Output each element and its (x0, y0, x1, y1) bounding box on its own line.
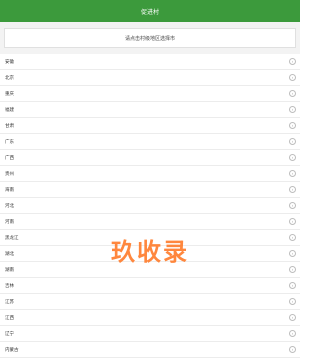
province-name: 广东 (5, 139, 14, 145)
province-list-item[interactable]: 贵州 › (0, 166, 300, 182)
province-list-item[interactable]: 安徽 › (0, 54, 300, 70)
province-list-item[interactable]: 河南 › (0, 214, 300, 230)
province-list-item[interactable]: 辽宁 › (0, 326, 300, 342)
province-name: 贵州 (5, 171, 14, 177)
chevron-right-icon: › (289, 346, 296, 353)
chevron-right-icon: › (289, 58, 296, 65)
province-list-item[interactable]: 福建 › (0, 102, 300, 118)
province-list-item[interactable]: 内蒙古 › (0, 342, 300, 358)
province-name: 湖北 (5, 251, 14, 257)
chevron-right-icon: › (289, 234, 296, 241)
chevron-right-icon: › (289, 314, 296, 321)
province-name: 海南 (5, 187, 14, 193)
province-name: 黑龙江 (5, 235, 19, 241)
chevron-right-icon: › (289, 106, 296, 113)
province-name: 甘肃 (5, 123, 14, 129)
province-name: 吉林 (5, 283, 14, 289)
region-select[interactable]: 请点击村级地区选择市 (4, 28, 296, 48)
chevron-right-icon: › (289, 218, 296, 225)
chevron-right-icon: › (289, 330, 296, 337)
chevron-right-icon: › (289, 282, 296, 289)
province-list-item[interactable]: 江西 › (0, 310, 300, 326)
region-select-label: 请点击村级地区选择市 (124, 35, 175, 42)
province-list-item[interactable]: 甘肃 › (0, 118, 300, 134)
region-select-area: 请点击村级地区选择市 (0, 22, 300, 54)
province-list-item[interactable]: 江苏 › (0, 294, 300, 310)
province-list-item[interactable]: 湖南 › (0, 262, 300, 278)
chevron-right-icon: › (289, 202, 296, 209)
province-name: 福建 (5, 107, 14, 113)
province-list-item[interactable]: 广东 › (0, 134, 300, 150)
province-name: 重庆 (5, 91, 14, 97)
province-name: 广西 (5, 155, 14, 161)
province-name: 河北 (5, 203, 14, 209)
province-list-item[interactable]: 黑龙江 › (0, 230, 300, 246)
province-name: 湖南 (5, 267, 14, 273)
province-list-item[interactable]: 重庆 › (0, 86, 300, 102)
province-list: 安徽 › 北京 › 重庆 › 福建 › 甘肃 › 广东 › 广西 › 贵州 › 海南 › 河北 › 河南 › 黑龙江 › 湖北 ›… (0, 54, 300, 358)
province-name: 江西 (5, 315, 14, 321)
province-name: 内蒙古 (5, 347, 19, 353)
chevron-right-icon: › (289, 298, 296, 305)
chevron-right-icon: › (289, 154, 296, 161)
chevron-right-icon: › (289, 122, 296, 129)
province-name: 北京 (5, 75, 14, 81)
province-list-item[interactable]: 海南 › (0, 182, 300, 198)
chevron-right-icon: › (289, 250, 296, 257)
app-header: 促进村 (0, 0, 300, 22)
chevron-right-icon: › (289, 170, 296, 177)
chevron-right-icon: › (289, 186, 296, 193)
province-list-item[interactable]: 吉林 › (0, 278, 300, 294)
province-list-item[interactable]: 河北 › (0, 198, 300, 214)
chevron-right-icon: › (289, 90, 296, 97)
province-list-item[interactable]: 湖北 › (0, 246, 300, 262)
page-title: 促进村 (140, 8, 159, 16)
province-list-item[interactable]: 北京 › (0, 70, 300, 86)
chevron-right-icon: › (289, 74, 296, 81)
chevron-right-icon: › (289, 266, 296, 273)
province-name: 河南 (5, 219, 14, 225)
province-name: 江苏 (5, 299, 14, 305)
chevron-right-icon: › (289, 138, 296, 145)
province-name: 安徽 (5, 59, 14, 65)
province-list-item[interactable]: 广西 › (0, 150, 300, 166)
province-name: 辽宁 (5, 331, 14, 337)
